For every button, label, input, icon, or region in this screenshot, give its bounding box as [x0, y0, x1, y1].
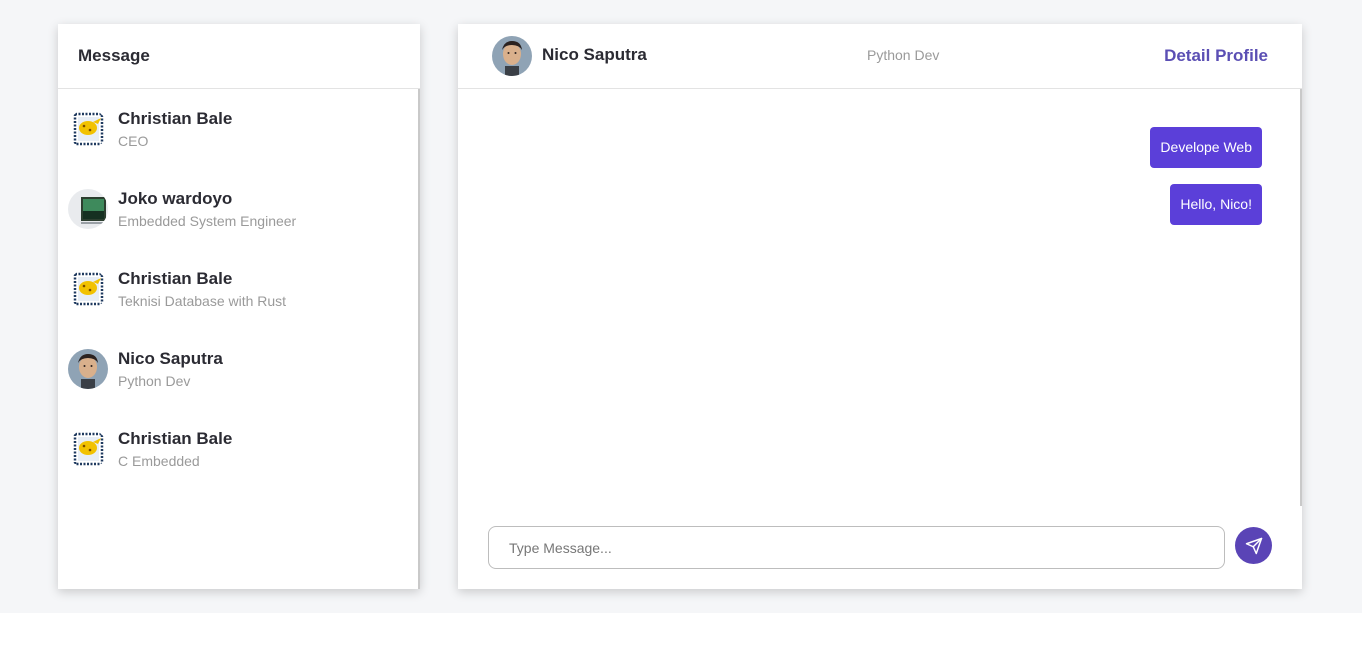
contact-role: CEO	[118, 132, 149, 149]
contact-list: Christian Bale CEO Joko wardoyo Embedded…	[58, 89, 420, 589]
contact-name: Christian Bale	[118, 268, 233, 288]
contact-item[interactable]: Christian Bale C Embedded	[68, 419, 408, 479]
message-input[interactable]	[488, 526, 1225, 569]
contact-item[interactable]: Christian Bale CEO	[68, 99, 408, 159]
stamp-avatar-icon	[68, 429, 108, 469]
contact-role: C Embedded	[118, 452, 200, 469]
chat-contact-name: Nico Saputra	[542, 45, 647, 64]
send-button[interactable]	[1235, 527, 1272, 564]
contact-role: Python Dev	[118, 372, 191, 389]
chat-header: Nico Saputra Python Dev Detail Profile	[458, 24, 1302, 89]
photo-avatar-icon	[68, 349, 108, 389]
contact-name: Joko wardoyo	[118, 188, 233, 208]
contact-list-panel: Message Christian Bale CEO Joko wardoyo …	[58, 24, 420, 589]
message-bubble: Develope Web	[1150, 127, 1262, 168]
message-bubble: Hello, Nico!	[1170, 184, 1262, 225]
message-thread: Develope Web Hello, Nico!	[458, 89, 1302, 506]
contact-list-header: Message	[58, 24, 420, 89]
chat-panel: Nico Saputra Python Dev Detail Profile D…	[458, 24, 1302, 589]
stamp-avatar-icon	[68, 269, 108, 309]
chat-contact-role: Python Dev	[867, 47, 940, 63]
photo-avatar-icon	[492, 36, 532, 76]
contact-name: Christian Bale	[118, 428, 233, 448]
contact-name: Nico Saputra	[118, 348, 223, 368]
stamp-avatar-icon	[68, 109, 108, 149]
contact-name: Christian Bale	[118, 108, 233, 128]
detail-profile-link[interactable]: Detail Profile	[1164, 46, 1268, 66]
contact-item[interactable]: Joko wardoyo Embedded System Engineer	[68, 179, 408, 239]
contact-list-title: Message	[78, 46, 150, 65]
contact-item[interactable]: Christian Bale Teknisi Database with Rus…	[68, 259, 408, 319]
contact-item[interactable]: Nico Saputra Python Dev	[68, 339, 408, 399]
contact-role: Teknisi Database with Rust	[118, 292, 287, 309]
monitor-avatar-icon	[68, 189, 108, 229]
contact-role: Embedded System Engineer	[118, 212, 297, 229]
send-icon	[1245, 537, 1262, 554]
